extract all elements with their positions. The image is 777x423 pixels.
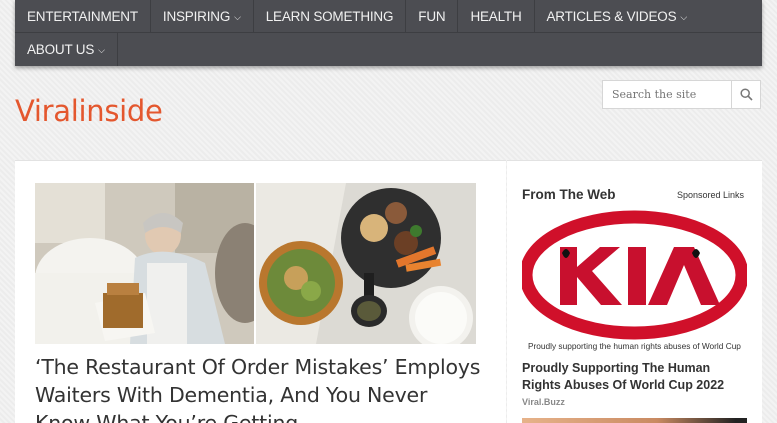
featured-article-card: ‘The Restaurant Of Order Mistakes’ Emplo… (15, 160, 506, 423)
nav-item-fun[interactable]: FUN (406, 0, 459, 33)
sponsored-links-label[interactable]: Sponsored Links (677, 190, 744, 200)
ad-image[interactable]: Proudly supporting the human rights abus… (522, 207, 747, 353)
nav-item-health[interactable]: HEALTH (458, 0, 535, 33)
nav-item-label: ENTERTAINMENT (27, 9, 138, 24)
nav-item-label: ARTICLES & VIDEOS (546, 9, 677, 24)
chevron-down-icon: ⌵ (98, 44, 105, 55)
search-button[interactable] (731, 81, 760, 108)
ad-image-caption: Proudly supporting the human rights abus… (528, 341, 741, 351)
nav-item-label: INSPIRING (162, 9, 231, 24)
ad-title[interactable]: Proudly Supporting The Human Rights Abus… (522, 360, 747, 394)
site-logo[interactable]: Viralinside (15, 94, 163, 128)
ad-source[interactable]: Viral.Buzz (522, 397, 565, 407)
chevron-down-icon: ⌵ (234, 11, 241, 22)
nav-item-label: ABOUT US (27, 42, 95, 57)
article-image[interactable] (35, 183, 476, 344)
chevron-down-icon: ⌵ (680, 11, 688, 22)
nav-item-label: FUN (418, 9, 446, 24)
from-the-web-heading: From The Web (522, 187, 616, 202)
nav-row-secondary: ABOUT US ⌵ (15, 33, 762, 66)
search-input[interactable] (603, 81, 731, 108)
nav-item-inspiring[interactable]: INSPIRING ⌵ (151, 0, 254, 33)
nav-item-articles-videos[interactable]: ARTICLES & VIDEOS ⌵ (535, 0, 700, 33)
nav-item-learn-something[interactable]: LEARN SOMETHING (254, 0, 407, 33)
waitress-photo (35, 183, 254, 344)
main-navigation: ENTERTAINMENT INSPIRING ⌵ LEARN SOMETHING… (15, 0, 762, 66)
nav-item-label: LEARN SOMETHING (265, 9, 394, 24)
nav-item-label: HEALTH (470, 9, 522, 24)
food-photo (256, 183, 476, 344)
search-box (602, 80, 761, 109)
next-ad-image[interactable] (522, 418, 747, 423)
sidebar-from-the-web: From The Web Sponsored Links Proudly sup… (507, 160, 762, 423)
nav-item-about-us[interactable]: ABOUT US ⌵ (15, 33, 118, 66)
nav-row-primary: ENTERTAINMENT INSPIRING ⌵ LEARN SOMETHING… (15, 0, 762, 33)
nav-item-entertainment[interactable]: ENTERTAINMENT (15, 0, 151, 33)
article-title[interactable]: ‘The Restaurant Of Order Mistakes’ Emplo… (35, 353, 485, 423)
search-icon (739, 88, 753, 101)
